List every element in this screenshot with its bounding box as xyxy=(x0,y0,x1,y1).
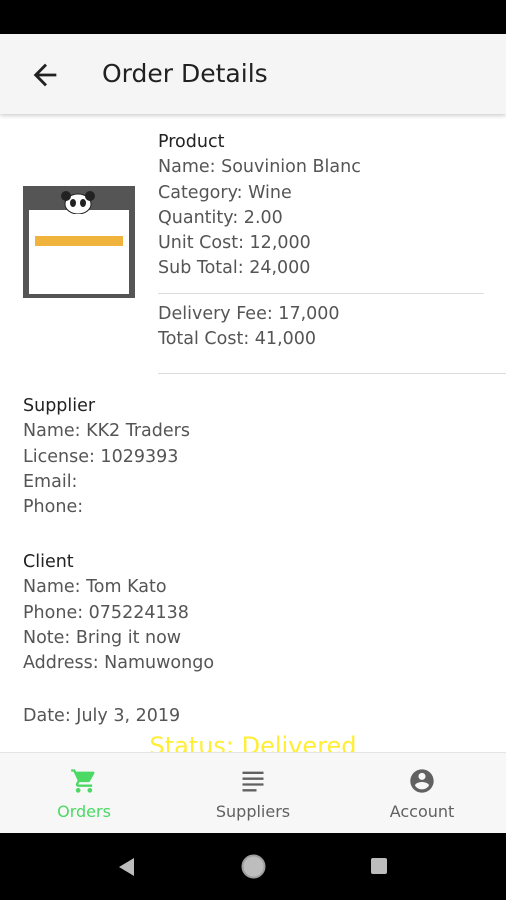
supplier-license: License: 1029393 xyxy=(23,446,179,467)
supplier-heading: Supplier xyxy=(23,396,96,416)
arrow-left-icon[interactable] xyxy=(28,58,62,92)
page-title: Order Details xyxy=(102,59,268,88)
home-circle-icon[interactable] xyxy=(240,853,267,880)
product-name: Name: Souvinion Blanc xyxy=(158,157,361,178)
divider xyxy=(158,293,484,294)
nav-suppliers[interactable]: Suppliers xyxy=(169,753,337,833)
fees-section: Delivery Fee: 17,000 Total Cost: 41,000 xyxy=(158,302,340,353)
product-heading: Product xyxy=(158,132,225,152)
order-details-content[interactable]: Product Name: Souvinion Blanc Category: … xyxy=(0,114,506,752)
nav-orders[interactable]: Orders xyxy=(0,753,168,833)
app-bar: Order Details xyxy=(0,34,506,114)
system-navigation-bar xyxy=(0,832,506,900)
product-section: Product Name: Souvinion Blanc Category: … xyxy=(158,130,361,282)
client-heading: Client xyxy=(23,552,74,572)
client-section: Client Name: Tom Kato Phone: 075224138 N… xyxy=(23,550,214,676)
nav-suppliers-label: Suppliers xyxy=(215,802,291,821)
nav-orders-label: Orders xyxy=(57,802,111,821)
product-sub-total: Sub Total: 24,000 xyxy=(158,258,311,279)
product-image xyxy=(23,186,135,298)
product-image-button xyxy=(35,236,123,246)
supplier-name: Name: KK2 Traders xyxy=(23,421,190,442)
cart-icon xyxy=(71,769,95,793)
bottom-navigation: Orders Suppliers Account xyxy=(0,752,506,833)
back-triangle-icon[interactable] xyxy=(116,856,136,878)
supplier-email: Email: xyxy=(23,471,78,492)
total-cost: Total Cost: 41,000 xyxy=(158,329,317,350)
status-text: Status: Delivered xyxy=(149,732,357,752)
panda-illustration xyxy=(61,191,95,214)
client-phone: Phone: 075224138 xyxy=(23,602,189,623)
client-name: Name: Tom Kato xyxy=(23,577,167,598)
status-bar xyxy=(0,0,506,34)
product-category: Category: Wine xyxy=(158,182,292,203)
supplier-section: Supplier Name: KK2 Traders License: 1029… xyxy=(23,394,190,520)
nav-account[interactable]: Account xyxy=(338,753,506,833)
delivery-fee: Delivery Fee: 17,000 xyxy=(158,304,340,324)
supplier-phone: Phone: xyxy=(23,497,84,518)
divider xyxy=(158,373,506,374)
nav-account-label: Account xyxy=(389,802,455,821)
product-quantity: Quantity: 2.00 xyxy=(158,207,283,228)
product-image-card xyxy=(29,210,129,294)
client-note: Note: Bring it now xyxy=(23,627,182,648)
list-icon xyxy=(242,771,264,792)
product-unit-cost: Unit Cost: 12,000 xyxy=(158,233,311,254)
account-circle-icon xyxy=(410,769,434,793)
order-date: Date: July 3, 2019 xyxy=(23,706,181,726)
client-address: Address: Namuwongo xyxy=(23,653,215,674)
recents-square-icon[interactable] xyxy=(369,856,389,876)
